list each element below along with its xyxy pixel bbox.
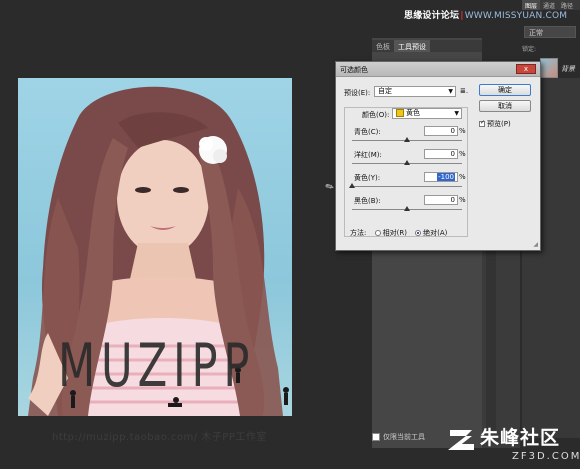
cyan-label: 青色(C): — [354, 128, 381, 136]
preview-label: 预览(P) — [487, 120, 511, 128]
watermark-separator: | — [460, 11, 464, 21]
cyan-slider-thumb[interactable] — [404, 137, 410, 142]
preview-checkbox[interactable]: 预览(P) — [479, 119, 511, 129]
absolute-radio[interactable] — [415, 230, 422, 236]
black-input[interactable]: 0 — [424, 195, 458, 205]
lock-label: 锁定: — [522, 46, 537, 53]
ok-button[interactable]: 确定 — [479, 84, 531, 96]
cyan-pct: % — [459, 127, 466, 135]
panel-scrollbar[interactable] — [486, 250, 496, 430]
black-label: 黑色(B): — [354, 197, 381, 205]
watermark-url: WWW.MISSYUAN.COM — [464, 11, 568, 21]
yellow-pct: % — [459, 173, 466, 181]
magenta-input[interactable]: 0 — [424, 149, 458, 159]
colors-label: 颜色(O): — [362, 111, 390, 119]
magenta-label: 洋红(M): — [354, 151, 382, 159]
tab-paths[interactable]: 路径 — [558, 0, 576, 10]
site-watermark-bottom: 朱峰社区 ZF3D.COM — [444, 420, 580, 469]
preset-select[interactable]: 自定 ▼ — [374, 86, 456, 97]
current-tool-only-checkbox[interactable]: 仅限当前工具 — [372, 432, 425, 442]
black-slider-thumb[interactable] — [404, 206, 410, 211]
chevron-down-icon: ▼ — [454, 110, 459, 117]
yellow-slider-thumb[interactable] — [349, 183, 355, 188]
photo-brand-text: MUZIPP — [58, 331, 256, 401]
chevron-down-icon: ▼ — [448, 88, 453, 95]
absolute-radio-label[interactable]: 绝对(A) — [423, 229, 447, 237]
watermark-text: 思缘设计论坛 — [404, 11, 460, 21]
yellow-swatch-icon — [396, 109, 404, 117]
black-pct: % — [459, 196, 466, 204]
magenta-pct: % — [459, 150, 466, 158]
layer-name[interactable]: 背景 — [561, 64, 575, 74]
dialog-title: 可选颜色 — [340, 66, 368, 74]
cyan-input[interactable]: 0 — [424, 126, 458, 136]
layer-thumbnail[interactable] — [540, 58, 558, 78]
blend-mode-select[interactable]: 正常 — [524, 26, 576, 38]
relative-radio[interactable] — [374, 230, 381, 236]
colors-select[interactable]: 黄色 ▼ — [392, 108, 462, 119]
cancel-button[interactable]: 取消 — [479, 100, 531, 112]
checkbox-icon — [372, 433, 380, 441]
checkbox-icon — [479, 119, 485, 127]
layers-panel-tabs: 图层 通道 路径 — [522, 0, 580, 10]
preset-label: 预设(E): — [344, 89, 371, 97]
selective-color-dialog: 可选颜色 x 预设(E): 自定 ▼ ≣. 颜色(O): 黄色 ▼ 青色(C): 0… — [335, 61, 541, 251]
photo-watermark: http://muzipp.taobao.com/ 木子PP工作室 — [52, 432, 267, 443]
tab-channels[interactable]: 通道 — [540, 0, 558, 10]
yellow-label: 黄色(Y): — [354, 174, 381, 182]
preset-options-icon[interactable]: ≣. — [460, 87, 468, 95]
dialog-titlebar[interactable]: 可选颜色 x — [336, 62, 540, 77]
tab-swatches[interactable]: 色板 — [372, 40, 394, 52]
relative-radio-label[interactable]: 相对(R) — [383, 229, 407, 237]
method-row: 方法: 相对(R) 绝对(A) — [350, 228, 447, 238]
checkbox-label: 仅限当前工具 — [383, 433, 425, 441]
yellow-input-value: -100 — [437, 173, 455, 181]
watermark-site-name: 朱峰社区 — [480, 427, 561, 449]
tab-tool-presets[interactable]: 工具预设 — [394, 40, 430, 52]
swatches-panel-tabs: 色板 工具预设 — [372, 40, 482, 52]
method-label: 方法: — [350, 229, 367, 237]
watermark-domain: ZF3D.COM — [512, 451, 580, 462]
close-button[interactable]: x — [516, 64, 536, 74]
preset-value: 自定 — [378, 87, 392, 95]
yellow-slider-track[interactable] — [352, 186, 462, 187]
resize-grip-icon[interactable]: ◢ — [533, 241, 538, 248]
colors-value: 黄色 — [406, 109, 420, 117]
tab-layers[interactable]: 图层 — [522, 0, 541, 10]
yellow-input[interactable]: -100 — [424, 172, 458, 182]
magenta-slider-thumb[interactable] — [404, 160, 410, 165]
zf3d-logo-icon — [448, 430, 474, 450]
